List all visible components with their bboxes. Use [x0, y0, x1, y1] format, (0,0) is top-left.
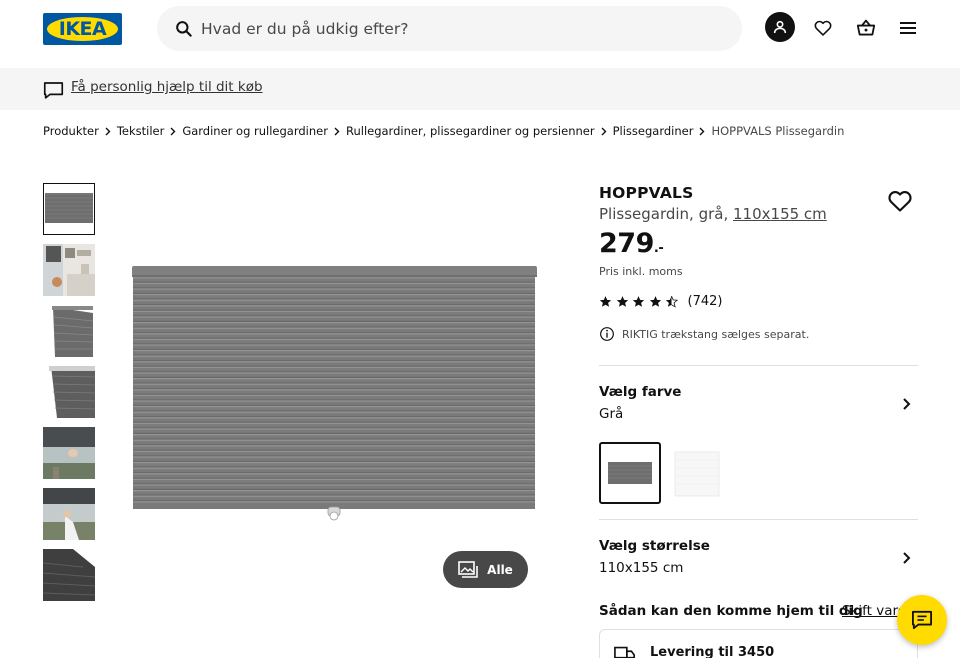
truck-icon: [614, 646, 635, 658]
size-chevron-right-icon[interactable]: [900, 551, 912, 565]
swatch-grey-image: [608, 462, 652, 484]
delivery-label: Levering til 3450: [650, 645, 775, 658]
size-link[interactable]: 110x155 cm: [733, 205, 827, 223]
breadcrumb-item[interactable]: Produkter: [43, 124, 99, 138]
heart-icon: [814, 20, 832, 36]
thumbnail-blind-front[interactable]: [43, 183, 95, 235]
delivery-option-card[interactable]: Levering til 3450: [599, 629, 918, 658]
product-rating[interactable]: (742): [599, 294, 722, 309]
product-description-text: Plissegardin, grå,: [599, 205, 734, 223]
basket-icon: [856, 19, 876, 36]
product-notice: RIKTIG trækstang sælges separat.: [599, 326, 809, 342]
color-section-value: Grå: [599, 406, 624, 422]
breadcrumb-item[interactable]: Plissegardiner: [613, 124, 694, 138]
product-description: Plissegardin, grå, 110x155 cm: [599, 205, 827, 223]
breadcrumb-item[interactable]: Gardiner og rullegardiner: [182, 124, 328, 138]
account-button[interactable]: [765, 12, 795, 42]
delivery-section-title: Sådan kan den komme hjem til dig: [599, 603, 863, 619]
hamburger-menu-icon: [900, 22, 916, 34]
thumbnail-blind-window-raise[interactable]: [43, 488, 95, 540]
color-section-title: Vælg farve: [599, 384, 682, 400]
shopping-basket-button[interactable]: [850, 12, 882, 44]
product-name: HOPPVALS: [599, 184, 694, 202]
chevron-right-icon: [166, 125, 180, 137]
swatch-white-image: [674, 451, 720, 497]
logo-text: IKEA: [58, 18, 107, 40]
notice-text: RIKTIG trækstang sælges separat.: [622, 327, 810, 341]
search-bar[interactable]: [157, 6, 742, 51]
search-input[interactable]: [201, 6, 721, 51]
view-all-images-button[interactable]: Alle: [443, 551, 528, 588]
price-value: 279: [599, 228, 654, 259]
size-section-title: Vælg størrelse: [599, 538, 710, 554]
favourites-button[interactable]: [807, 12, 839, 44]
product-price: 279.-: [599, 228, 664, 259]
star-icon: [649, 296, 661, 307]
personal-help-link[interactable]: Få personlig hjælp til dit køb: [71, 79, 263, 95]
product-main-image[interactable]: [132, 266, 537, 524]
thumbnail-blind-window-hand[interactable]: [43, 427, 95, 479]
breadcrumb: Produkter Tekstiler Gardiner og rullegar…: [43, 124, 844, 138]
search-icon[interactable]: [174, 19, 194, 39]
account-icon: [773, 20, 787, 34]
color-swatch-white[interactable]: [665, 442, 727, 504]
star-icon: [616, 296, 628, 307]
breadcrumb-item[interactable]: Tekstiler: [117, 124, 165, 138]
site-header: IKEA: [0, 0, 960, 68]
color-chevron-right-icon[interactable]: [900, 397, 912, 411]
vat-note: Pris inkl. moms: [599, 265, 683, 278]
chat-support-button[interactable]: [897, 595, 947, 645]
chevron-right-icon: [695, 125, 709, 137]
thumbnail-blind-side[interactable]: [43, 305, 95, 357]
half-star-icon: [665, 295, 678, 308]
view-all-label: Alle: [487, 562, 513, 577]
add-to-favourites-heart-icon[interactable]: [888, 190, 912, 212]
help-banner: Få personlig hjælp til dit køb: [0, 68, 960, 110]
chat-bubble-icon: [43, 82, 64, 99]
breadcrumb-item[interactable]: Rullegardiner, plissegardiner og persien…: [346, 124, 595, 138]
thumbnail-blind-detail[interactable]: [43, 366, 95, 418]
chat-icon: [912, 610, 932, 630]
thumbnail-blind-room[interactable]: [43, 244, 95, 296]
thumbnail-blind-closeup[interactable]: [43, 549, 95, 601]
size-section-value: 110x155 cm: [599, 560, 684, 576]
image-gallery-icon: [458, 560, 478, 578]
chevron-right-icon: [330, 125, 344, 137]
ikea-logo[interactable]: IKEA: [43, 13, 122, 45]
menu-button[interactable]: [892, 12, 924, 44]
star-icon: [599, 296, 612, 307]
price-suffix: .-: [653, 241, 664, 256]
star-icon: [632, 296, 645, 307]
color-swatch-grey[interactable]: [599, 442, 661, 504]
breadcrumb-current: HOPPVALS Plissegardin: [711, 124, 845, 138]
rating-count: (742): [687, 294, 723, 309]
divider: [599, 519, 918, 520]
info-icon: [600, 327, 614, 341]
chevron-right-icon: [101, 125, 115, 137]
divider: [599, 365, 918, 366]
chevron-right-icon: [597, 125, 611, 137]
